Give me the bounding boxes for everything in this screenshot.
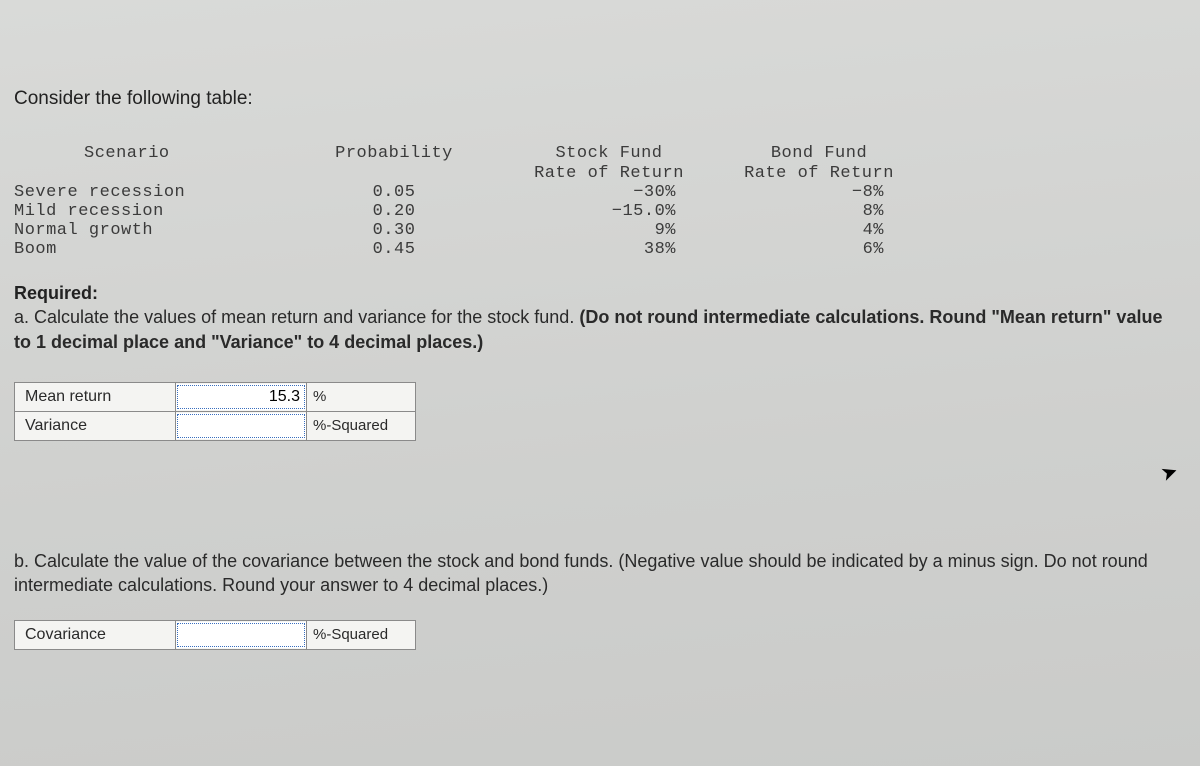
table-row: Covariance %-Squared — [15, 620, 416, 649]
table-cell-probability: 0.20 — [294, 202, 494, 221]
col-header-stock: Stock Fund Rate of Return — [494, 144, 724, 183]
part-a-prefix: a. — [14, 307, 34, 327]
answers-b-table: Covariance %-Squared — [14, 620, 416, 650]
table-cell-probability: 0.45 — [294, 240, 494, 259]
table-row: Mean return % — [15, 382, 416, 411]
answers-a-table: Mean return % Variance %-Squared — [14, 382, 416, 441]
table-row: Mild recession — [14, 202, 294, 221]
table-cell-stock: −30% — [494, 183, 724, 202]
covariance-input[interactable] — [176, 622, 306, 648]
table-cell-probability: 0.30 — [294, 221, 494, 240]
mean-return-unit: % — [307, 382, 416, 411]
variance-label: Variance — [15, 411, 176, 440]
scenario-table: Scenario Probability Stock Fund Rate of … — [14, 144, 1186, 259]
table-cell-bond: −8% — [724, 183, 914, 202]
table-cell-stock: 38% — [494, 240, 724, 259]
table-cell-bond: 6% — [724, 240, 914, 259]
table-row: Boom — [14, 240, 294, 259]
covariance-label: Covariance — [15, 620, 176, 649]
intro-text: Consider the following table: — [14, 88, 1186, 110]
mean-return-label: Mean return — [15, 382, 176, 411]
part-a-text: Calculate the values of mean return and … — [34, 307, 579, 327]
table-row: Severe recession — [14, 183, 294, 202]
col-header-scenario: Scenario — [14, 144, 294, 183]
part-b-block: b. Calculate the value of the covariance… — [14, 549, 1186, 598]
table-cell-stock: 9% — [494, 221, 724, 240]
variance-unit: %-Squared — [307, 411, 416, 440]
table-cell-probability: 0.05 — [294, 183, 494, 202]
covariance-unit: %-Squared — [307, 620, 416, 649]
part-b-text: Calculate the value of the covariance be… — [34, 551, 618, 571]
col-header-bond: Bond Fund Rate of Return — [724, 144, 914, 183]
mean-return-input[interactable] — [176, 384, 306, 410]
table-row: Normal growth — [14, 221, 294, 240]
table-cell-bond: 8% — [724, 202, 914, 221]
cursor-icon: ➤ — [1157, 458, 1181, 487]
required-label: Required: — [14, 283, 98, 303]
table-cell-bond: 4% — [724, 221, 914, 240]
part-b-prefix: b. — [14, 551, 34, 571]
required-block: Required: a. Calculate the values of mea… — [14, 281, 1184, 354]
table-row: Variance %-Squared — [15, 411, 416, 440]
col-header-probability: Probability — [294, 144, 494, 183]
table-cell-stock: −15.0% — [494, 202, 724, 221]
variance-input[interactable] — [176, 413, 306, 439]
